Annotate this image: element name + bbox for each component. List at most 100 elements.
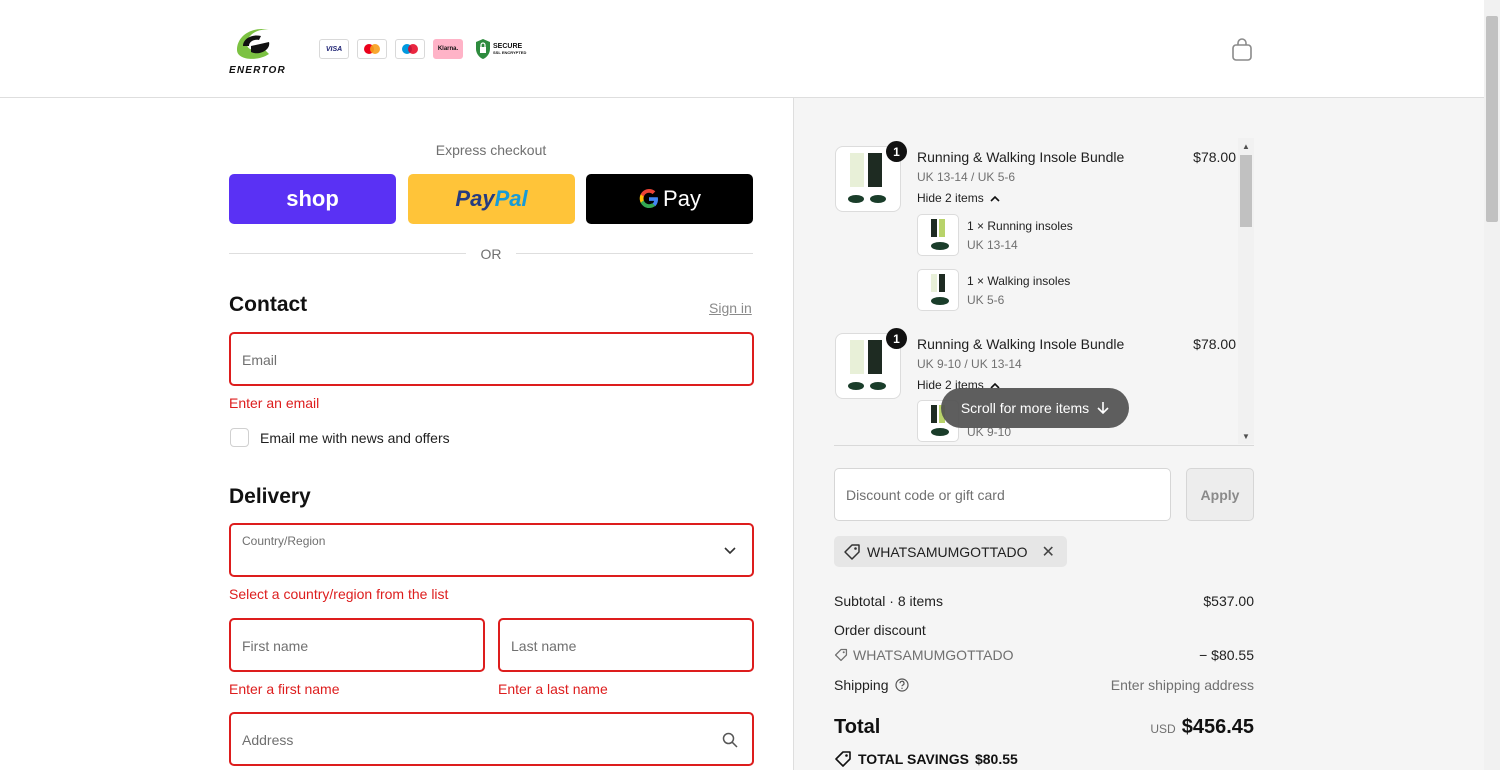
chevron-down-icon [724,547,736,555]
total-currency: USD [1150,722,1176,736]
item-variant: UK 13-14 / UK 5-6 [917,170,1016,184]
brand-name: ENERTOR [229,65,286,76]
remove-code-icon[interactable]: ✕ [1041,542,1054,562]
newsletter-label: Email me with news and offers [260,429,450,446]
applied-code-text: WHATSAMUMGOTTADO [867,543,1028,560]
or-divider: OR [229,244,753,264]
total-amount: USD $456.45 [1150,716,1254,739]
items-scrollbar-thumb[interactable] [1240,155,1252,227]
sub-item-name: 1 × Running insoles [967,219,1073,233]
enertor-logo[interactable]: ENERTOR [229,20,299,80]
sign-in-link[interactable]: Sign in [709,300,752,316]
discount-code-row: WHATSAMUMGOTTADO [834,647,1013,663]
shipping-value: Enter shipping address [1110,677,1254,693]
scroll-hint-label: Scroll for more items [960,400,1090,416]
last-name-error: Enter a last name [498,681,608,697]
quantity-badge: 1 [886,141,907,162]
running-insole-image [931,219,949,250]
shopping-bag-icon [1232,38,1252,61]
delivery-heading: Delivery [229,485,311,508]
ssl-label: SSL ENCRYPTED [493,50,527,55]
apply-discount-button[interactable]: Apply [1186,468,1254,521]
paypal-label-pay: Pay [455,186,495,211]
first-name-placeholder: First name [242,638,309,654]
subtotal-value: $537.00 [1203,593,1254,609]
scroll-down-arrow-icon[interactable]: ▼ [1241,432,1251,441]
google-g-icon [639,189,659,208]
total-label: Total [834,716,881,738]
scroll-for-more-button[interactable]: Scroll for more items [941,388,1129,428]
discount-value: − $80.55 [1199,647,1254,663]
sub-item-thumbnail [917,269,959,311]
paypal-button[interactable]: Pay Pal [408,174,575,224]
discount-code-text: WHATSAMUMGOTTADO [853,647,1014,663]
paypal-label-pal: Pal [494,186,528,211]
maestro-badge [395,39,425,59]
address-field[interactable]: Address [229,712,754,766]
search-icon [722,732,738,748]
klarna-badge: Klarna. [433,39,463,59]
discount-placeholder: Discount code or gift card [846,487,1005,503]
scroll-up-arrow-icon[interactable]: ▲ [1241,142,1251,151]
page-scrollbar-thumb[interactable] [1486,16,1498,222]
order-discount-label: Order discount [834,622,926,638]
subtotal-label: Subtotal · 8 items [834,593,943,609]
site-header: ENERTOR VISA Klarna. SECURE SSL ENCRYPTE… [0,0,1484,98]
mastercard-icon [364,44,380,54]
savings-label: TOTAL SAVINGS [858,751,969,767]
item-variant: UK 9-10 / UK 13-14 [917,357,1022,371]
walking-insole-image [931,274,949,305]
email-placeholder: Email [242,352,278,368]
country-error: Select a country/region from the list [229,586,449,602]
country-select[interactable]: Country/Region [229,523,754,577]
discount-code-input[interactable]: Discount code or gift card [834,468,1171,521]
help-circle-icon[interactable] [894,678,909,692]
padlock-shield-icon [476,39,490,59]
last-name-placeholder: Last name [511,638,577,654]
shipping-label: Shipping [834,677,889,693]
item-price: $78.00 [1193,149,1236,165]
item-name: Running & Walking Insole Bundle [917,149,1125,165]
express-checkout-label: Express checkout [435,142,547,158]
shop-pay-label: shop [286,186,339,211]
tag-icon [835,751,851,767]
or-label: OR [480,246,502,262]
contact-heading: Contact [229,293,308,316]
item-price: $78.00 [1193,336,1236,352]
country-label: Country/Region [242,534,326,548]
shipping-row: Shipping [834,677,909,693]
tag-icon [834,648,848,662]
hide-items-toggle[interactable]: Hide 2 items [917,191,1000,205]
google-pay-label: Pay [663,186,701,211]
sub-item-variant: UK 5-6 [967,293,1005,307]
shop-pay-button[interactable]: shop [229,174,396,224]
quantity-badge: 1 [886,328,907,349]
newsletter-checkbox-row[interactable]: Email me with news and offers [230,428,450,447]
hide-items-label: Hide 2 items [917,191,984,205]
sub-item-variant: UK 13-14 [967,238,1018,252]
total-savings: TOTAL SAVINGS $80.55 [834,750,1018,768]
item-name: Running & Walking Insole Bundle [917,336,1125,352]
cart-bag-icon[interactable] [1231,38,1253,62]
total-value: $456.45 [1181,716,1254,738]
savings-value: $80.55 [974,751,1018,767]
mastercard-badge [357,39,387,59]
applied-discount-chip: WHATSAMUMGOTTADO ✕ [834,536,1067,567]
first-name-error: Enter a first name [229,681,340,697]
first-name-field[interactable]: First name [229,618,485,672]
tag-icon [844,543,860,560]
newsletter-checkbox[interactable] [230,428,249,447]
google-pay-button[interactable]: Pay [586,174,753,224]
visa-badge: VISA [319,39,349,59]
enertor-logo-mark [237,28,270,59]
last-name-field[interactable]: Last name [498,618,754,672]
email-field[interactable]: Email [229,332,754,386]
sub-item-name: 1 × Walking insoles [967,274,1071,288]
chevron-up-icon [990,195,1000,202]
payment-badges: VISA Klarna. SECURE SSL ENCRYPTED [319,38,526,60]
secure-badge: SECURE SSL ENCRYPTED [475,38,526,60]
secure-label: SECURE [493,43,523,50]
address-placeholder: Address [242,732,294,748]
arrow-down-icon [1097,402,1109,415]
sub-item-thumbnail [917,214,959,256]
